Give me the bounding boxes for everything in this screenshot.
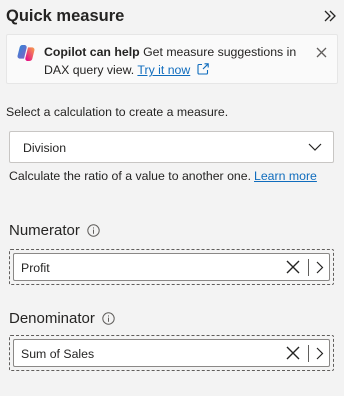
copilot-banner: Copilot can help Get measure suggestions… (6, 34, 338, 84)
field-divider (308, 345, 309, 362)
quick-measure-panel: Quick measure Copilot can help Get measu… (0, 0, 344, 396)
numerator-label: Numerator (9, 222, 100, 239)
panel-title: Quick measure (6, 7, 125, 25)
denominator-label: Denominator (9, 310, 115, 327)
learn-more-link[interactable]: Learn more (254, 169, 317, 183)
info-icon[interactable] (102, 312, 115, 325)
numerator-field[interactable]: Profit (13, 253, 330, 281)
chevron-right-icon[interactable] (315, 347, 324, 360)
panel-header: Quick measure (0, 0, 344, 32)
calculation-dropdown[interactable]: Division (9, 131, 334, 163)
denominator-field-value: Sum of Sales (21, 347, 95, 361)
collapse-pane-button[interactable] (320, 6, 340, 26)
copilot-icon (17, 45, 35, 61)
calculation-dropdown-value: Division (23, 141, 67, 155)
calculation-description: Calculate the ratio of a value to anothe… (9, 169, 317, 183)
info-icon[interactable] (87, 224, 100, 237)
banner-message: Copilot can help Get measure suggestions… (44, 43, 300, 79)
calculation-description-text: Calculate the ratio of a value to anothe… (9, 169, 251, 183)
close-icon (316, 47, 326, 57)
banner-heading: Copilot can help (44, 45, 140, 59)
double-chevron-right-icon (324, 10, 336, 22)
chevron-down-icon (308, 143, 322, 151)
chevron-right-icon[interactable] (315, 261, 324, 274)
remove-field-icon[interactable] (286, 260, 300, 274)
numerator-well[interactable]: Profit (9, 249, 334, 285)
denominator-label-text: Denominator (9, 310, 95, 327)
denominator-field[interactable]: Sum of Sales (13, 339, 330, 367)
try-it-now-link[interactable]: Try it now (137, 63, 190, 77)
numerator-label-text: Numerator (9, 222, 80, 239)
remove-field-icon[interactable] (286, 346, 300, 360)
numerator-field-value: Profit (21, 261, 50, 275)
denominator-well[interactable]: Sum of Sales (9, 335, 334, 371)
external-link-icon[interactable] (196, 62, 210, 76)
banner-close-button[interactable] (313, 44, 329, 60)
field-divider (308, 259, 309, 276)
calculation-select-label: Select a calculation to create a measure… (6, 105, 229, 119)
